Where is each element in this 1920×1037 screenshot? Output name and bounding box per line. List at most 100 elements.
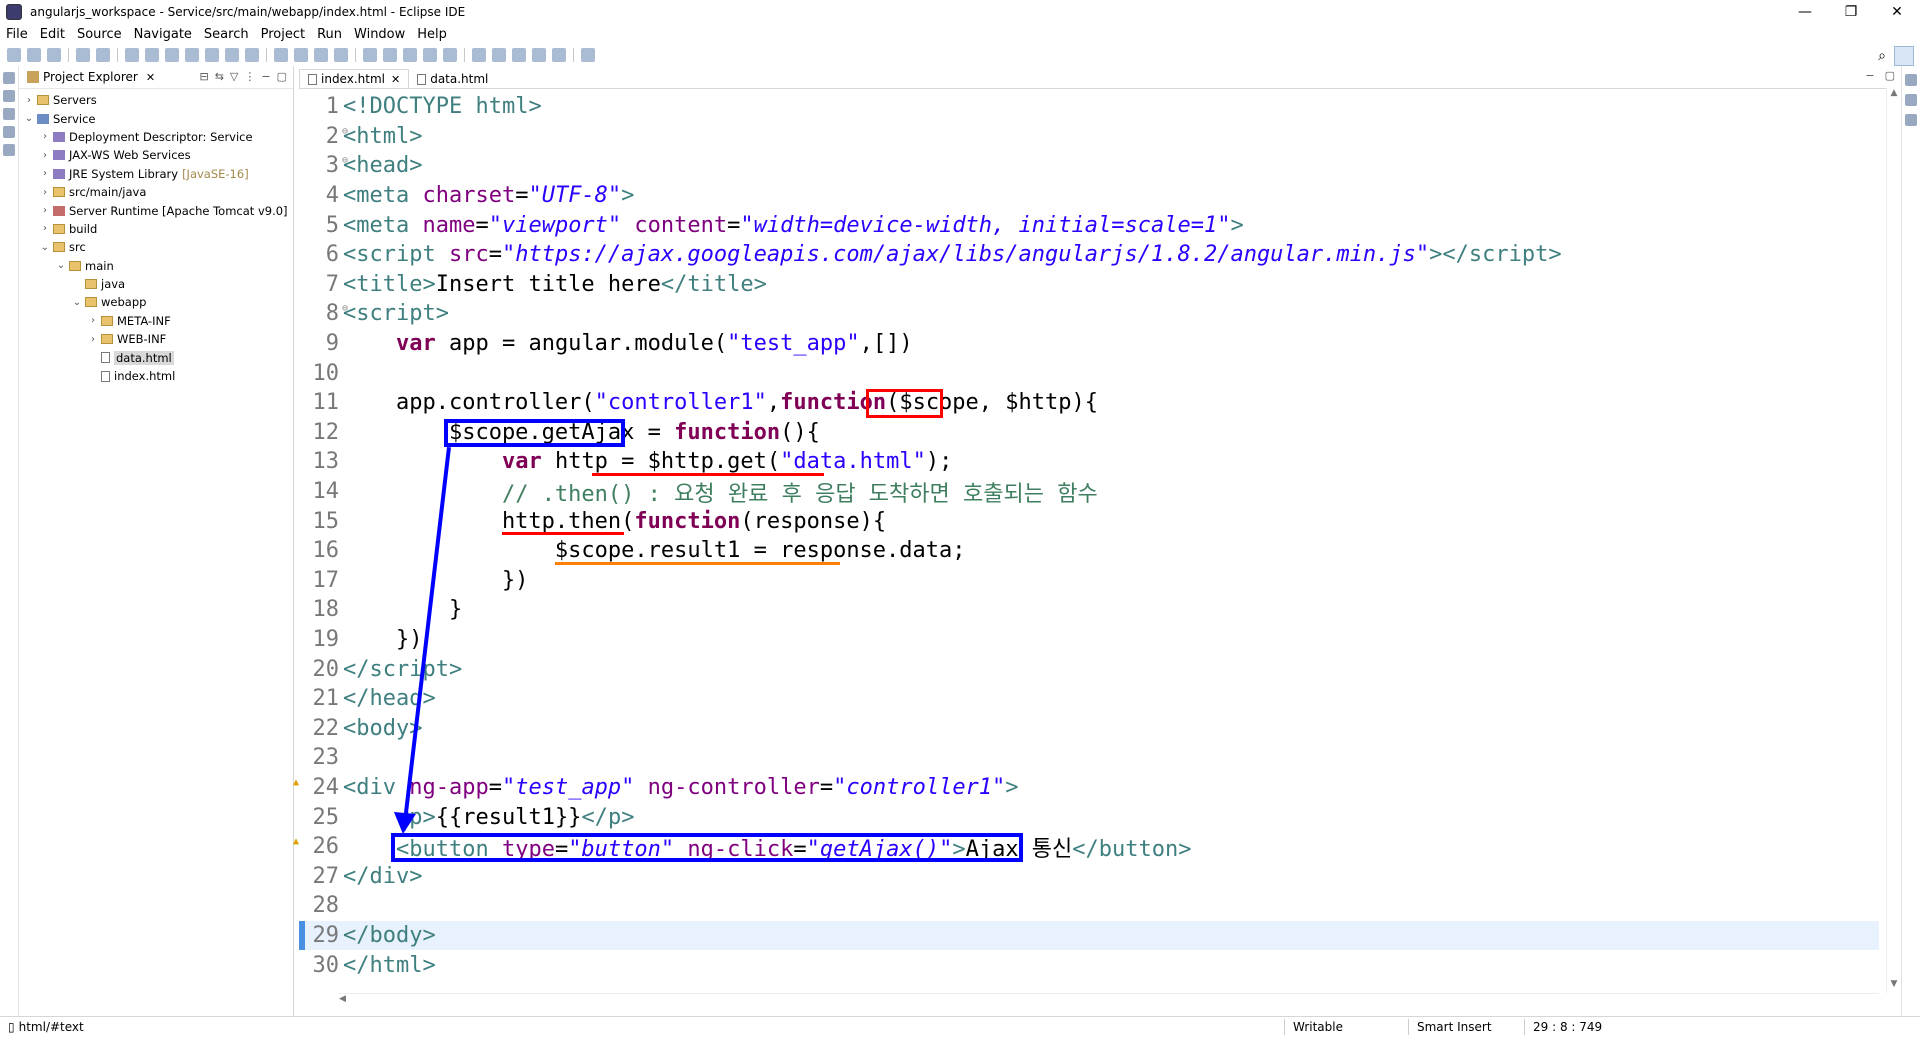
code-line[interactable]: 29 </body>: [299, 920, 1879, 951]
tree-item[interactable]: ⌄ Service: [19, 109, 293, 127]
forward-icon[interactable]: [552, 48, 566, 62]
restore-button[interactable]: ❐: [1828, 0, 1874, 24]
outline-view-icon[interactable]: [1905, 74, 1917, 86]
save-icon[interactable]: [27, 48, 41, 62]
tree-item[interactable]: › Deployment Descriptor: Service: [19, 128, 293, 146]
debug-icon[interactable]: [274, 48, 288, 62]
code-line[interactable]: 15 http.then(function(response){: [299, 506, 1879, 536]
code-line[interactable]: 24 ▲ <div ng-app="test_app" ng-controller=…: [293, 773, 1879, 803]
step-return-icon[interactable]: [245, 48, 259, 62]
chevron-right-icon[interactable]: ›: [39, 168, 51, 179]
chevron-right-icon[interactable]: ›: [39, 131, 51, 142]
code-line[interactable]: 9 var app = angular.module("test_app",[]…: [299, 329, 1879, 359]
tree-item[interactable]: java: [19, 275, 293, 293]
code-line[interactable]: 22 <body>: [299, 714, 1879, 744]
fold-icon[interactable]: ⊖: [342, 155, 348, 166]
code-line[interactable]: 18 }: [299, 595, 1879, 625]
chevron-right-icon[interactable]: ›: [39, 223, 51, 234]
new-web-service-icon[interactable]: [383, 48, 397, 62]
step-over-icon[interactable]: [225, 48, 239, 62]
chevron-right-icon[interactable]: ›: [39, 150, 51, 161]
warning-icon[interactable]: ▲: [293, 836, 299, 847]
open-task-icon[interactable]: [423, 48, 437, 62]
menu-navigate[interactable]: Navigate: [128, 27, 198, 42]
editor-tab[interactable]: index.html ✕: [299, 69, 410, 88]
code-line[interactable]: 26 ▲ <button type="button" ng-click="getA…: [293, 832, 1879, 862]
resume-icon[interactable]: [125, 48, 139, 62]
servers-icon[interactable]: [3, 108, 15, 120]
code-line[interactable]: 2 ⊖ <html>: [299, 122, 1879, 152]
perspective-icon[interactable]: [1894, 46, 1914, 66]
fold-icon[interactable]: ⊖: [342, 303, 348, 314]
menu-run[interactable]: Run: [311, 27, 348, 42]
chevron-right-icon[interactable]: ›: [87, 334, 99, 345]
skip-breakpoints-icon[interactable]: [96, 48, 110, 62]
outline-icon[interactable]: [3, 90, 15, 102]
chevron-right-icon[interactable]: ›: [87, 315, 99, 326]
code-line[interactable]: 11 app.controller("controller1",function…: [299, 388, 1879, 418]
tree-item[interactable]: › META-INF: [19, 312, 293, 330]
chevron-down-icon[interactable]: ⌄: [71, 297, 83, 308]
properties-icon[interactable]: [1905, 114, 1917, 126]
chevron-right-icon[interactable]: ›: [39, 205, 51, 216]
problems-icon[interactable]: [3, 144, 15, 156]
new-server-icon[interactable]: [363, 48, 377, 62]
code-line[interactable]: 25 <p>{{result1}}</p>: [299, 802, 1879, 832]
pin-editor-icon[interactable]: [581, 48, 595, 62]
menu-search[interactable]: Search: [198, 27, 255, 42]
code-line[interactable]: 12 $scope.getAjax = function(){: [299, 418, 1879, 448]
code-line[interactable]: 10: [299, 358, 1879, 388]
terminal-icon[interactable]: [76, 48, 90, 62]
code-line[interactable]: 23: [299, 743, 1879, 773]
scroll-down-icon[interactable]: ▼: [1887, 979, 1901, 993]
menu-project[interactable]: Project: [255, 27, 311, 42]
tree-item[interactable]: ⌄ main: [19, 257, 293, 275]
code-line[interactable]: 19 }): [299, 625, 1879, 655]
minimize-editor-icon[interactable]: −: [1865, 69, 1874, 82]
close-icon[interactable]: ✕: [391, 73, 400, 86]
search-toolbar-icon[interactable]: [443, 48, 457, 62]
tree-item[interactable]: › JRE System Library [JavaSE-16]: [19, 165, 293, 183]
link-editor-icon[interactable]: ⇆: [215, 70, 224, 83]
maximize-view-icon[interactable]: ▢: [277, 70, 287, 83]
chevron-down-icon[interactable]: ⌄: [23, 113, 35, 124]
suspend-icon[interactable]: [145, 48, 159, 62]
close-icon[interactable]: ✕: [146, 71, 155, 84]
run-icon[interactable]: [294, 48, 308, 62]
code-line[interactable]: 27 </div>: [299, 862, 1879, 892]
tree-item[interactable]: › JAX-WS Web Services: [19, 146, 293, 164]
annotation-prev-icon[interactable]: [492, 48, 506, 62]
disconnect-icon[interactable]: [185, 48, 199, 62]
close-button[interactable]: ✕: [1874, 0, 1920, 24]
code-editor[interactable]: 1 <!DOCTYPE html> 2 ⊖ <html> 3 ⊖ <head> 4 <meta c…: [293, 92, 1879, 992]
scroll-left-icon[interactable]: ◀: [339, 994, 346, 1004]
code-line[interactable]: 16 $scope.result1 = response.data;: [299, 536, 1879, 566]
chevron-right-icon[interactable]: ›: [23, 95, 35, 106]
tree-item[interactable]: ⌄ src: [19, 238, 293, 256]
code-line[interactable]: 20 </script>: [299, 654, 1879, 684]
tree-item[interactable]: index.html: [19, 367, 293, 385]
collapse-all-icon[interactable]: ⊟: [199, 70, 208, 83]
code-line[interactable]: 4 <meta charset="UTF-8">: [299, 181, 1879, 211]
warning-icon[interactable]: ▲: [293, 777, 299, 788]
vertical-scrollbar[interactable]: ▲ ▼: [1886, 88, 1901, 993]
code-line[interactable]: 28: [299, 891, 1879, 921]
open-type-icon[interactable]: [403, 48, 417, 62]
chevron-down-icon[interactable]: ⌄: [55, 260, 67, 271]
chevron-right-icon[interactable]: ›: [39, 187, 51, 198]
menu-edit[interactable]: Edit: [34, 27, 71, 42]
chevron-down-icon[interactable]: ⌄: [39, 242, 51, 253]
tree-item[interactable]: › build: [19, 220, 293, 238]
code-line[interactable]: 3 ⊖ <head>: [299, 151, 1879, 181]
editor-tab[interactable]: data.html: [409, 70, 496, 88]
coverage-icon[interactable]: [314, 48, 328, 62]
code-line[interactable]: 13 var http = $http.get("data.html");: [299, 447, 1879, 477]
minimize-button[interactable]: —: [1782, 0, 1828, 24]
maximize-editor-icon[interactable]: ▢: [1885, 69, 1895, 82]
code-line[interactable]: 14 // .then() : 요청 완료 후 응답 도착하면 호출되는 함수: [299, 477, 1879, 507]
code-line[interactable]: 1 <!DOCTYPE html>: [299, 92, 1879, 122]
annotation-next-icon[interactable]: [472, 48, 486, 62]
minimize-view-icon[interactable]: −: [261, 70, 270, 83]
tree-item[interactable]: › Server Runtime [Apache Tomcat v9.0]: [19, 201, 293, 219]
code-line[interactable]: 17 }): [299, 566, 1879, 596]
